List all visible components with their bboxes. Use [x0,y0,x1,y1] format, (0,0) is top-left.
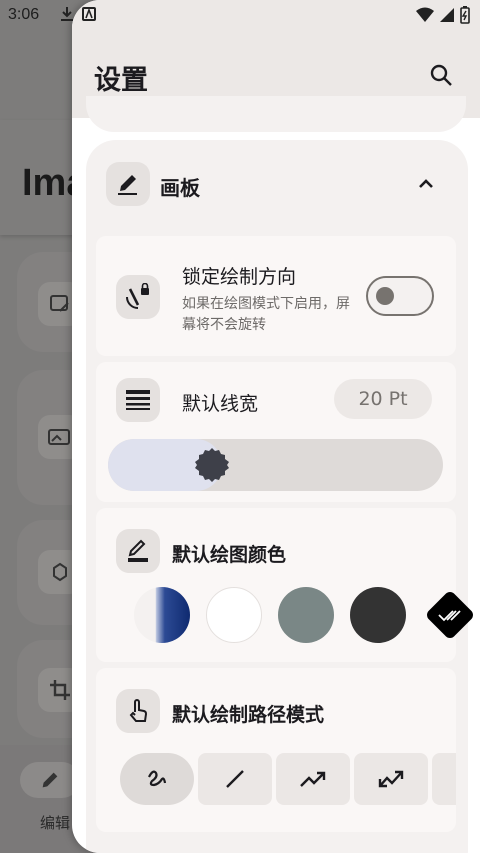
screen-rotation-lock-icon [116,275,160,319]
battery-icon [460,6,470,28]
line-icon[interactable] [198,753,272,805]
line-width-title: 默认线宽 [182,393,259,415]
color-swatch[interactable] [422,587,478,643]
line-width-value[interactable]: 20 Pt [334,379,432,419]
page-title: 设置 [94,65,148,96]
double-arrow-icon[interactable] [354,753,428,805]
draw-brush-icon [106,162,150,206]
signal-icon [440,7,454,27]
path-mode-selector [120,753,456,805]
lock-orientation-title: 锁定绘制方向 [182,266,297,288]
color-swatch[interactable] [278,587,334,643]
selected-check-icon [427,592,473,638]
touch-icon [116,689,160,733]
slider-thumb[interactable] [194,447,230,483]
line-weight-icon [116,378,160,422]
freehand-icon[interactable] [120,753,194,805]
color-swatch[interactable] [350,587,406,643]
status-bar: 3:06 [0,0,480,32]
more-modes-partial[interactable] [432,753,456,805]
wifi-icon [416,7,434,27]
search-icon[interactable] [426,60,456,90]
toggle-knob [376,287,394,305]
arrow-icon[interactable] [276,753,350,805]
line-width-slider[interactable] [108,439,443,491]
settings-sheet: 设置 画板 锁定绘制方向 如果在绘图模式下启用，屏幕将不会旋转 默认线宽 20 … [72,0,480,853]
pen-color-icon [116,529,160,573]
lock-orientation-description: 如果在绘图模式下启用，屏幕将不会旋转 [182,296,350,333]
status-time: 3:06 [8,6,40,23]
section-title: 画板 [160,176,200,200]
download-icon [60,6,74,26]
path-mode-title: 默认绘制路径模式 [172,704,325,726]
color-swatch[interactable] [134,587,190,643]
pencil-icon [20,762,80,798]
previous-section-card [86,96,466,132]
app-notification-icon [82,6,96,26]
draw-color-title: 默认绘图颜色 [172,544,287,566]
color-swatch[interactable] [206,587,262,643]
chevron-up-icon[interactable] [410,168,442,200]
background-nav-label: 编辑 [40,814,71,832]
lock-orientation-toggle[interactable] [366,276,434,316]
